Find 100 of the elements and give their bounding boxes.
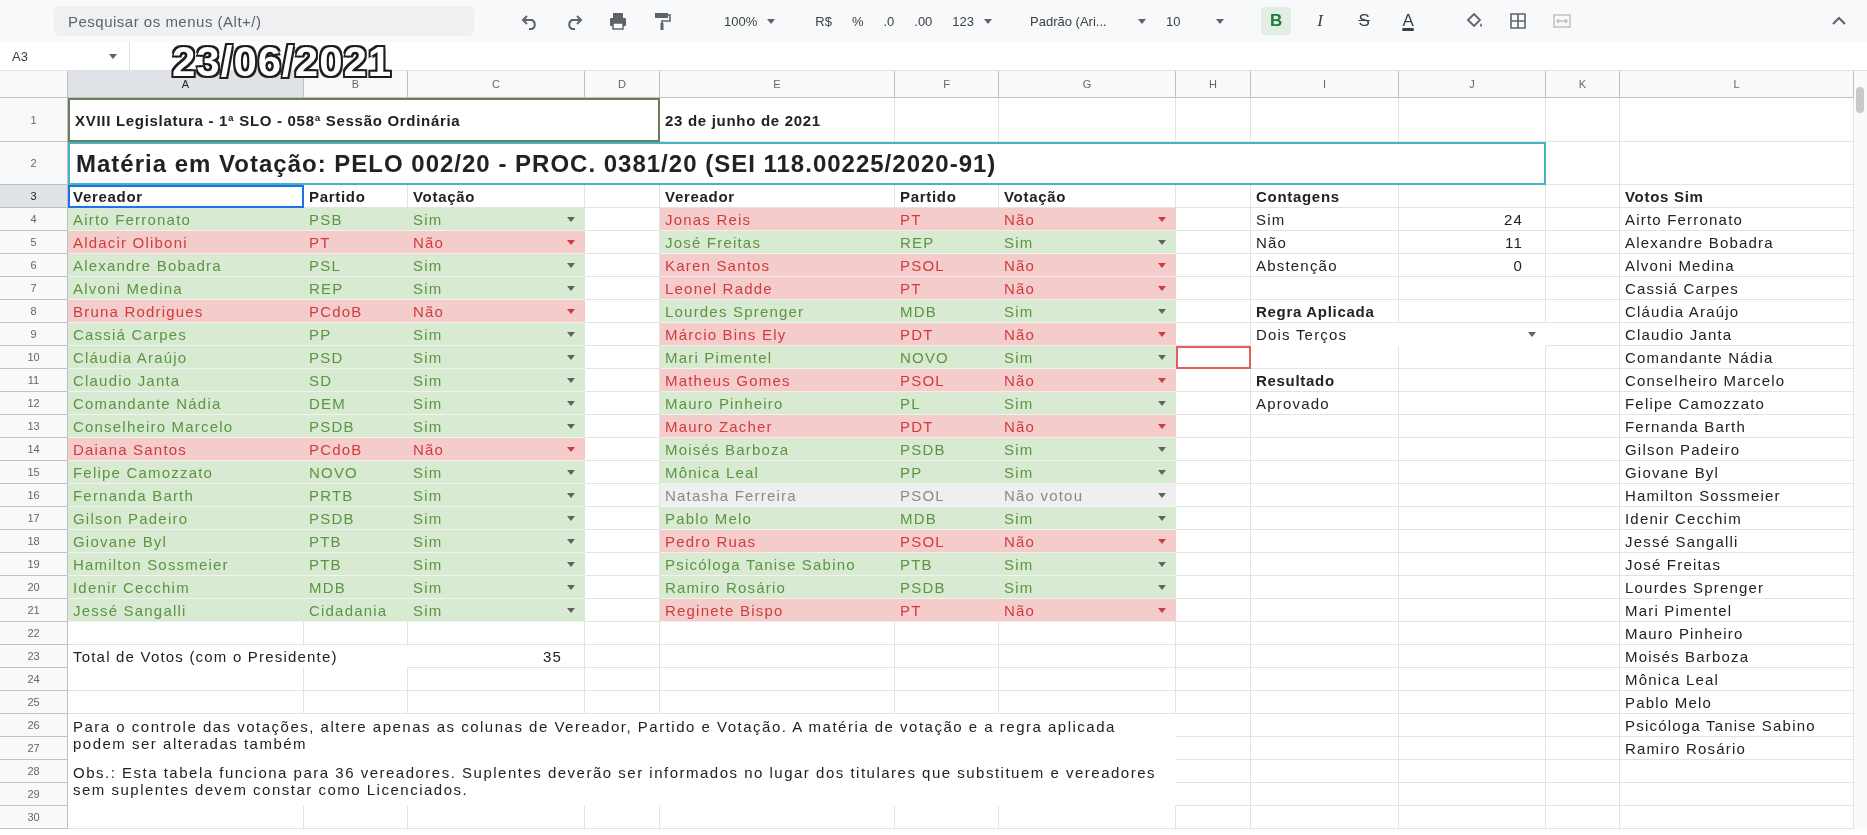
row-header[interactable]: 28 [0,760,68,783]
print-icon[interactable] [608,11,628,31]
name-box[interactable]: A3 [0,42,130,70]
vote-dropdown[interactable]: Não [999,254,1176,277]
row-header[interactable]: 21 [0,599,68,622]
row-header[interactable]: 19 [0,553,68,576]
vote-dropdown[interactable]: Sim [408,346,585,369]
row-header[interactable]: 23 [0,645,68,668]
vote-dropdown[interactable]: Sim [999,300,1176,323]
row-header[interactable]: 4 [0,208,68,231]
column-header[interactable]: F [895,71,999,98]
column-header[interactable]: D [585,71,660,98]
vote-dropdown[interactable]: Sim [999,461,1176,484]
format-button[interactable]: .00 [908,7,939,35]
vote-dropdown[interactable]: Não [999,530,1176,553]
vote-dropdown[interactable]: Sim [999,346,1176,369]
vote-dropdown[interactable]: Sim [408,208,585,231]
vote-dropdown[interactable]: Sim [999,553,1176,576]
vote-dropdown[interactable]: Sim [408,461,585,484]
column-header[interactable]: J [1399,71,1546,98]
row-header[interactable]: 2 [0,142,68,185]
row-header[interactable]: 5 [0,231,68,254]
paint-roller-icon[interactable] [652,11,672,31]
row-header[interactable]: 24 [0,668,68,691]
vote-dropdown[interactable]: Não [999,208,1176,231]
row-header[interactable]: 20 [0,576,68,599]
row-header[interactable]: 14 [0,438,68,461]
row-header[interactable]: 3 [0,185,68,208]
vote-dropdown[interactable]: Não [408,300,585,323]
vote-dropdown[interactable]: Sim [408,507,585,530]
font-size-dropdown[interactable]: 10 [1160,7,1231,35]
row-header[interactable]: 29 [0,783,68,806]
caret-icon [567,308,575,314]
row-header[interactable]: 13 [0,415,68,438]
caret-icon [1158,354,1166,360]
column-header[interactable]: I [1251,71,1399,98]
row-header[interactable]: 1 [0,98,68,142]
row-header[interactable]: 11 [0,369,68,392]
vote-dropdown[interactable]: Sim [999,438,1176,461]
vote-dropdown[interactable]: Sim [408,484,585,507]
column-header[interactable]: C [408,71,585,98]
vote-dropdown[interactable]: Sim [999,576,1176,599]
vote-dropdown[interactable]: Sim [999,231,1176,254]
row-header[interactable]: 26 [0,714,68,737]
vote-dropdown[interactable]: Sim [999,392,1176,415]
borders-icon[interactable] [1508,11,1529,31]
vote-dropdown[interactable]: Sim [999,507,1176,530]
row-header[interactable]: 30 [0,806,68,829]
scrollbar-thumb[interactable] [1856,87,1864,113]
table-cell: PSD [304,346,408,369]
font-dropdown[interactable]: Padrão (Ari... [1024,7,1153,35]
merge-cells-icon[interactable] [1552,11,1573,31]
vote-dropdown[interactable]: Sim [408,530,585,553]
vote-dropdown[interactable]: Não [999,323,1176,346]
column-header[interactable]: E [660,71,895,98]
search-field[interactable]: Pesquisar os menus (Alt+/) [54,6,474,36]
vote-dropdown[interactable]: Não [408,438,585,461]
row-header[interactable]: 9 [0,323,68,346]
vote-dropdown[interactable]: Sim [408,277,585,300]
zoom-dropdown[interactable]: 100% [718,7,782,35]
italic-button[interactable]: I [1305,7,1336,35]
vote-dropdown[interactable]: Sim [408,323,585,346]
row-header[interactable]: 15 [0,461,68,484]
format-button[interactable]: R$ [809,7,838,35]
row-header[interactable]: 18 [0,530,68,553]
vote-dropdown[interactable]: Sim [408,415,585,438]
format-button[interactable]: .0 [877,7,901,35]
rule-dropdown[interactable]: Dois Terços [1251,323,1546,346]
row-header[interactable]: 25 [0,691,68,714]
row-header[interactable]: 8 [0,300,68,323]
row-header[interactable]: 12 [0,392,68,415]
number-format-dropdown[interactable]: 123 [946,7,999,35]
vote-dropdown[interactable]: Sim [408,553,585,576]
row-header[interactable]: 22 [0,622,68,645]
text-color-button[interactable]: A [1393,7,1424,35]
vote-dropdown[interactable]: Sim [408,576,585,599]
row-header[interactable]: 17 [0,507,68,530]
vote-dropdown[interactable]: Não [999,415,1176,438]
column-header[interactable]: L [1620,71,1854,98]
vote-dropdown[interactable]: Não [999,277,1176,300]
bold-button[interactable]: B [1261,7,1292,35]
row-header[interactable]: 7 [0,277,68,300]
row-header[interactable]: 6 [0,254,68,277]
column-header[interactable]: G [999,71,1176,98]
format-button[interactable]: % [845,7,870,35]
row-header[interactable]: 16 [0,484,68,507]
vote-dropdown[interactable]: Não votou [999,484,1176,507]
vote-dropdown[interactable]: Não [408,231,585,254]
vote-dropdown[interactable]: Sim [408,254,585,277]
row-header[interactable]: 10 [0,346,68,369]
vote-dropdown[interactable]: Não [999,369,1176,392]
table-cell: PT [304,231,408,254]
column-header[interactable]: H [1176,71,1251,98]
vote-dropdown[interactable]: Sim [408,369,585,392]
vote-dropdown[interactable]: Não [999,599,1176,622]
column-header[interactable]: K [1546,71,1620,98]
vote-dropdown[interactable]: Sim [408,599,585,622]
strikethrough-button[interactable]: S [1349,7,1380,35]
vote-dropdown[interactable]: Sim [408,392,585,415]
row-header[interactable]: 27 [0,737,68,760]
